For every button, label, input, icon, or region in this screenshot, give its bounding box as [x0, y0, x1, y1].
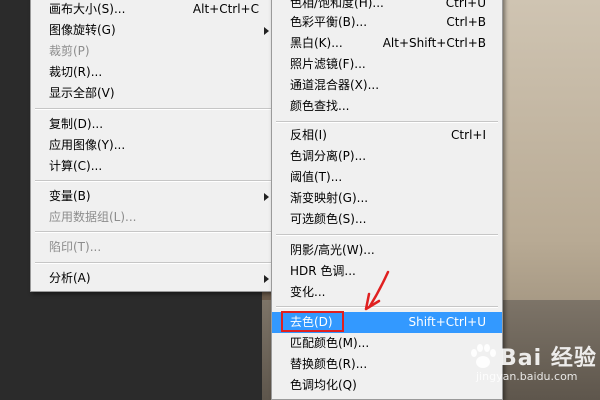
menu-item-label: 可选颜色(S)... — [290, 212, 367, 226]
menu-item-invert[interactable]: 反相(I) Ctrl+I — [272, 125, 502, 146]
menu-item-reveal-all[interactable]: 显示全部(V) — [31, 83, 275, 104]
screen: 画布大小(S)... Alt+Ctrl+C 图像旋转(G) 裁剪(P) 裁切(R… — [0, 0, 600, 400]
menu-item-label: 阴影/高光(W)... — [290, 243, 375, 257]
menu-item-duplicate[interactable]: 复制(D)... — [31, 114, 275, 135]
menu-item-photo-filter[interactable]: 照片滤镜(F)... — [272, 54, 502, 75]
menu-separator — [276, 306, 498, 308]
menu-item-label: 通道混合器(X)... — [290, 78, 380, 92]
menu-item-variations[interactable]: 变化... — [272, 282, 502, 303]
menu-item-desaturate[interactable]: 去色(D) Shift+Ctrl+U — [272, 311, 502, 333]
watermark-brand: Bai 经验 — [500, 346, 597, 371]
baidu-paw-icon — [471, 344, 496, 368]
menu-separator — [35, 108, 271, 110]
menu-item-label: HDR 色调... — [290, 264, 356, 278]
menu-item-label: 替换颜色(R)... — [290, 357, 368, 371]
menu-item-gradient-map[interactable]: 渐变映射(G)... — [272, 188, 502, 209]
menu-item-label: 色调分离(P)... — [290, 149, 367, 163]
menu-item-label: 分析(A) — [49, 271, 91, 285]
menu-item-canvas-size[interactable]: 画布大小(S)... Alt+Ctrl+C — [31, 0, 275, 20]
menu-item-label: 陷印(T)... — [49, 240, 102, 254]
menu-item-channel-mixer[interactable]: 通道混合器(X)... — [272, 75, 502, 96]
menu-item-selective-color[interactable]: 可选颜色(S)... — [272, 209, 502, 230]
menu-item-posterize[interactable]: 色调分离(P)... — [272, 146, 502, 167]
menu-item-label: 图像旋转(G) — [49, 23, 116, 37]
menu-separator — [35, 180, 271, 182]
menu-item-label: 裁切(R)... — [49, 65, 103, 79]
menu-item-label: 匹配颜色(M)... — [290, 336, 370, 350]
menu-separator — [35, 262, 271, 264]
watermark-url: jingyan.baidu.com — [476, 370, 578, 383]
menu-item-label: 黑白(K)... — [290, 36, 343, 50]
menu-item-shadows-highlights[interactable]: 阴影/高光(W)... — [272, 240, 502, 261]
menu-item-shortcut: Shift+Ctrl+U — [408, 315, 486, 329]
menu-item-shortcut: Ctrl+I — [451, 128, 486, 142]
menu-item-label: 去色(D) — [290, 315, 333, 329]
menu-item-label: 反相(I) — [290, 128, 327, 142]
menu-item-crop: 裁剪(P) — [31, 41, 275, 62]
menu-item-black-white[interactable]: 黑白(K)... Alt+Shift+Ctrl+B — [272, 33, 502, 54]
submenu-arrow-icon — [264, 275, 269, 283]
image-menu: 画布大小(S)... Alt+Ctrl+C 图像旋转(G) 裁剪(P) 裁切(R… — [30, 0, 276, 292]
menu-item-label: 色调均化(Q) — [290, 378, 357, 392]
menu-item-label: 应用数据组(L)... — [49, 210, 137, 224]
menu-item-shortcut: Alt+Ctrl+C — [192, 2, 259, 16]
menu-item-label: 照片滤镜(F)... — [290, 57, 366, 71]
submenu-arrow-icon — [264, 27, 269, 35]
submenu-arrow-icon — [264, 193, 269, 201]
menu-item-label: 复制(D)... — [49, 117, 104, 131]
menu-item-label: 阈值(T)... — [290, 170, 343, 184]
menu-item-color-balance[interactable]: 色彩平衡(B)... Ctrl+B — [272, 12, 502, 33]
menu-separator — [276, 234, 498, 236]
menu-item-label: 画布大小(S)... — [49, 2, 126, 16]
menu-item-label: 应用图像(Y)... — [49, 138, 126, 152]
menu-item-calculations[interactable]: 计算(C)... — [31, 156, 275, 177]
menu-item-threshold[interactable]: 阈值(T)... — [272, 167, 502, 188]
menu-item-trim[interactable]: 裁切(R)... — [31, 62, 275, 83]
menu-item-shortcut: Ctrl+B — [446, 15, 486, 29]
menu-item-image-rotation[interactable]: 图像旋转(G) — [31, 20, 275, 41]
baidu-watermark: Bai 经验 jingyan.baidu.com — [466, 340, 600, 390]
menu-item-variables[interactable]: 变量(B) — [31, 186, 275, 207]
menu-item-label: 显示全部(V) — [49, 86, 115, 100]
menu-item-label: 计算(C)... — [49, 159, 103, 173]
menu-item-label: 变量(B) — [49, 189, 91, 203]
menu-item-trap: 陷印(T)... — [31, 237, 275, 258]
menu-item-label: 颜色查找... — [290, 99, 350, 113]
menu-item-shortcut: Alt+Shift+Ctrl+B — [382, 36, 486, 50]
menu-item-label: 色彩平衡(B)... — [290, 15, 368, 29]
menu-item-analysis[interactable]: 分析(A) — [31, 268, 275, 289]
menu-item-label: 变化... — [290, 285, 326, 299]
menu-separator — [35, 231, 271, 233]
menu-separator — [276, 121, 498, 123]
menu-item-label: 渐变映射(G)... — [290, 191, 369, 205]
menu-item-apply-image[interactable]: 应用图像(Y)... — [31, 135, 275, 156]
menu-item-hdr-toning[interactable]: HDR 色调... — [272, 261, 502, 282]
menu-item-apply-data-set: 应用数据组(L)... — [31, 207, 275, 228]
menu-item-color-lookup[interactable]: 颜色查找... — [272, 96, 502, 117]
menu-item-label: 裁剪(P) — [49, 44, 90, 58]
